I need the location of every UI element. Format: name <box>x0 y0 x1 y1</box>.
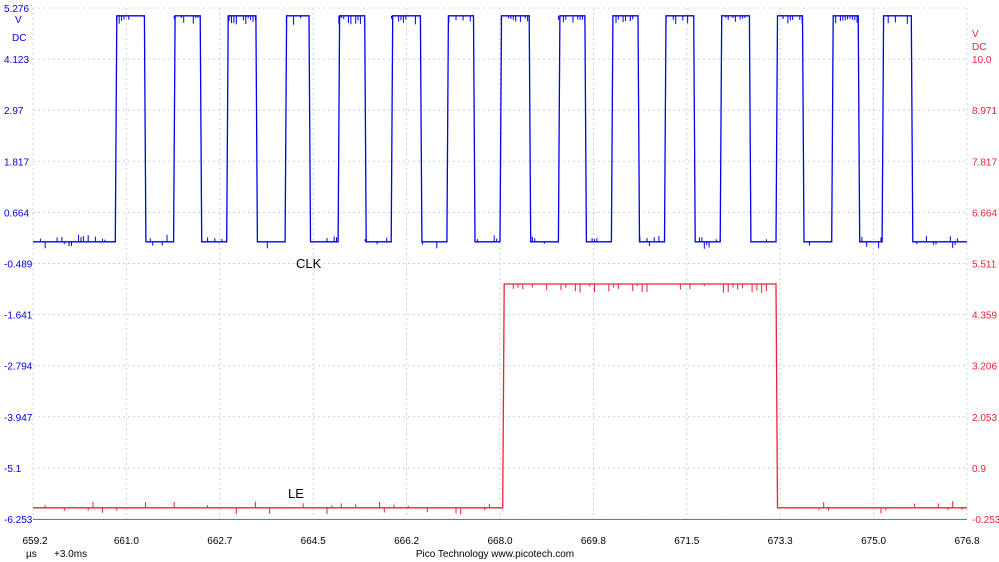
left-tick-label: -6.253 <box>4 515 33 526</box>
left-tick-label: -2.794 <box>4 362 33 373</box>
x-axis: 659.2 661.0 662.7 664.5 666.2 668.0 669.8 671.5… <box>22 536 979 547</box>
left-tick-label: -0.489 <box>4 260 33 271</box>
right-tick-label: 4.359 <box>972 311 997 322</box>
left-axis-unit: V <box>15 15 22 26</box>
right-tick-label: 3.206 <box>972 362 997 373</box>
x-tick-label: 659.2 <box>22 536 47 547</box>
left-tick-label: -5.1 <box>4 464 22 475</box>
x-tick-label: 673.3 <box>768 536 793 547</box>
x-tick-label: 666.2 <box>394 536 419 547</box>
x-tick-label: 661.0 <box>114 536 139 547</box>
right-axis-unit: V <box>972 29 979 40</box>
right-tick-label: 0.9 <box>972 464 986 475</box>
right-tick-label: 10.0 <box>972 55 992 66</box>
right-tick-label: 6.664 <box>972 208 997 219</box>
left-tick-label: 0.664 <box>4 208 29 219</box>
x-tick-label: 668.0 <box>487 536 512 547</box>
left-tick-label: 5.276 <box>4 4 29 15</box>
x-tick-label: 676.8 <box>954 536 979 547</box>
right-tick-label: 7.817 <box>972 157 997 168</box>
trace-noise-clk <box>39 15 958 249</box>
right-axis: V DC 10.0 8.971 7.817 6.664 5.511 4.359 3.206 2… <box>972 29 999 526</box>
x-offset-label: +3.0ms <box>54 549 87 560</box>
x-tick-label: 669.8 <box>581 536 606 547</box>
left-tick-label: 4.123 <box>4 55 29 66</box>
x-tick-label: 664.5 <box>301 536 326 547</box>
left-tick-label: -1.641 <box>4 311 33 322</box>
left-tick-label: -3.947 <box>4 413 33 424</box>
right-tick-label: 2.053 <box>972 413 997 424</box>
left-tick-label: 1.817 <box>4 157 29 168</box>
left-axis: V DC 5.276 4.123 2.97 1.817 0.664 -0.489 -1.64… <box>4 4 33 526</box>
right-tick-label: 5.511 <box>972 260 997 271</box>
right-tick-label: 8.971 <box>972 106 997 117</box>
oscilloscope-chart: V DC 5.276 4.123 2.97 1.817 0.664 -0.489 -1.64… <box>4 4 999 560</box>
right-axis-coupling: DC <box>972 42 986 53</box>
clk-label: CLK <box>296 256 322 271</box>
right-tick-label: -0.253 <box>972 515 999 526</box>
x-tick-label: 671.5 <box>674 536 699 547</box>
x-unit-label: µs <box>26 549 37 560</box>
footer-text: Pico Technology www.picotech.com <box>416 549 574 560</box>
x-tick-label: 675.0 <box>861 536 886 547</box>
x-tick-label: 662.7 <box>207 536 232 547</box>
le-label: LE <box>288 486 304 501</box>
left-axis-coupling: DC <box>12 33 26 44</box>
left-tick-label: 2.97 <box>4 106 24 117</box>
grid <box>32 7 968 520</box>
